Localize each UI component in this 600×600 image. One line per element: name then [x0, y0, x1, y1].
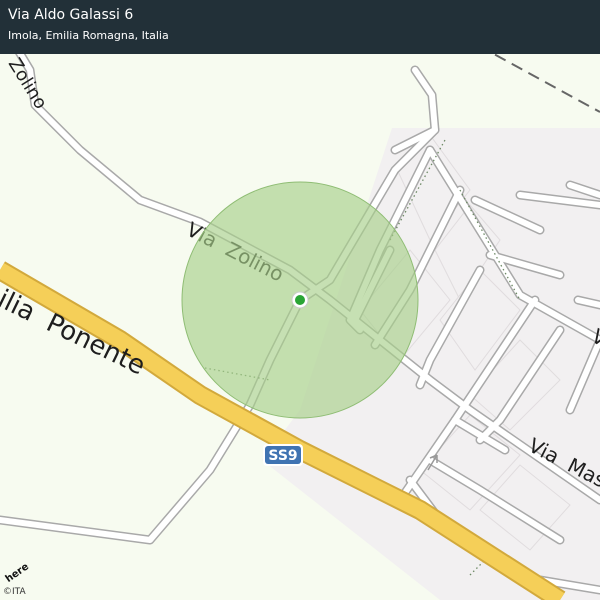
map-attribution: ©ITA — [3, 587, 26, 597]
road-label-zolino-top: Zolino — [4, 55, 51, 113]
location-marker-icon[interactable] — [291, 291, 309, 309]
address-title: Via Aldo Galassi 6 — [8, 7, 134, 23]
ss9-shield: SS9 — [263, 444, 303, 466]
map-canvas[interactable]: Zolino Via Zolino ilia Ponente Via Mas V… — [0, 0, 600, 600]
ss9-shield-label: SS9 — [268, 448, 297, 464]
location-header: Via Aldo Galassi 6 Imola, Emilia Romagna… — [0, 0, 600, 54]
road-label-emilia-ponente: ilia Ponente — [0, 284, 150, 381]
address-subtitle: Imola, Emilia Romagna, Italia — [8, 29, 169, 42]
